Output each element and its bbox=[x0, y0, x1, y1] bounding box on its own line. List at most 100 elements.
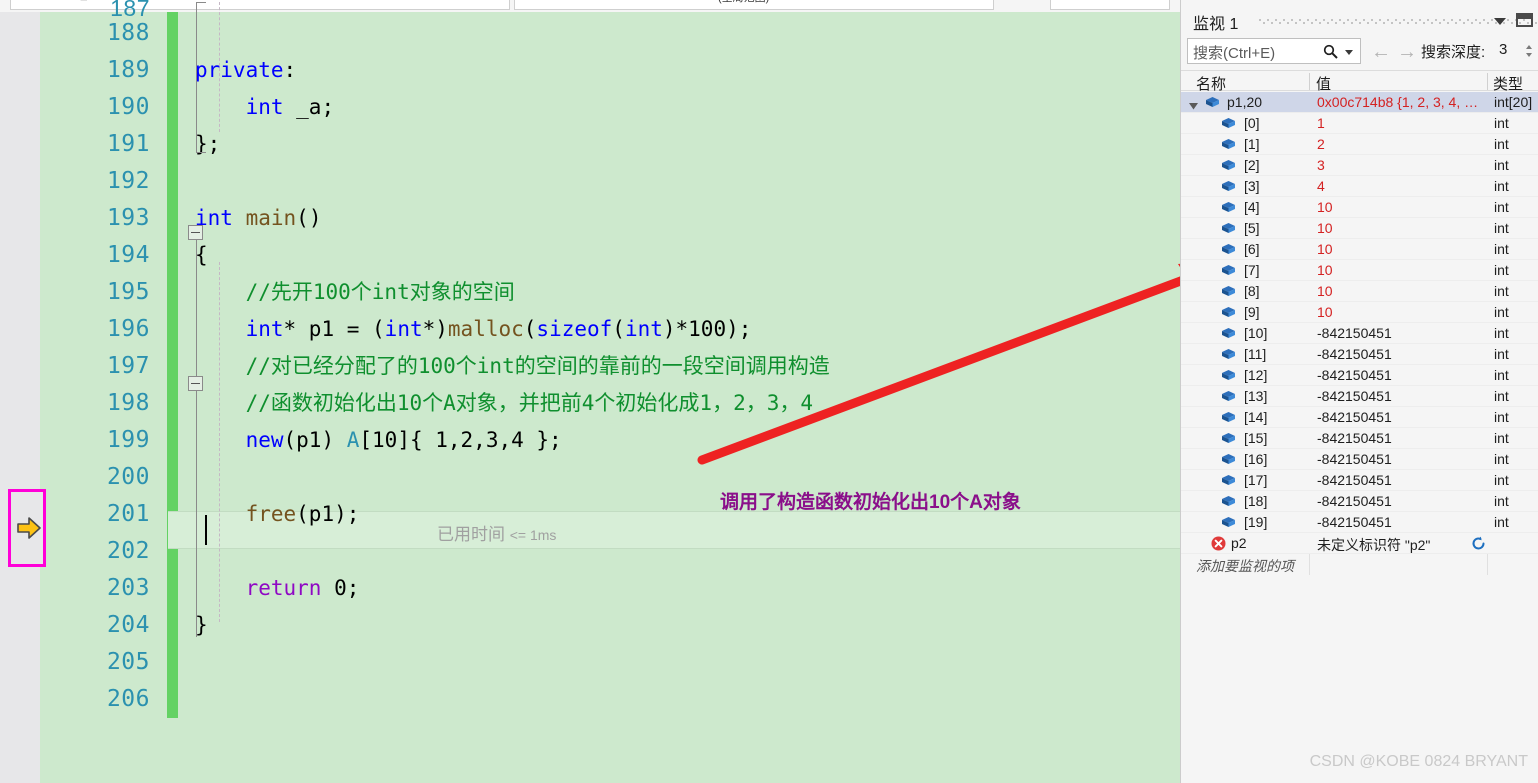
code-line-199[interactable]: 199 new(p1) A[10]{ 1,2,3,4 }; bbox=[0, 422, 1180, 459]
watch-row-name[interactable]: [2] bbox=[1244, 157, 1260, 173]
watch-row[interactable]: [6] 10 int bbox=[1181, 239, 1538, 260]
watch-row-value[interactable]: 10 bbox=[1317, 304, 1333, 320]
watch-row-name[interactable]: [19] bbox=[1244, 514, 1267, 530]
code-line-189[interactable]: 189 private: bbox=[0, 52, 1180, 89]
code-line-204[interactable]: 204} bbox=[0, 607, 1180, 644]
watch-row[interactable]: [11] -842150451 int bbox=[1181, 344, 1538, 365]
code-line-206[interactable]: 206 bbox=[0, 681, 1180, 718]
watch-rows-container[interactable]: p1,20 0x00c714b8 {1, 2, 3, 4, 10... int[20… bbox=[1181, 92, 1538, 575]
watch-row-name[interactable]: [11] bbox=[1244, 346, 1266, 362]
code-line-197[interactable]: 197 //对已经分配了的100个int的空间的靠前的一段空间调用构造 bbox=[0, 348, 1180, 385]
collapse-toggle-main[interactable] bbox=[188, 225, 203, 240]
collapse-toggle-comment[interactable] bbox=[188, 376, 203, 391]
watch-row-name[interactable]: [6] bbox=[1244, 241, 1260, 257]
code-line-202[interactable]: 202 bbox=[0, 533, 1180, 570]
watch-row[interactable]: [14] -842150451 int bbox=[1181, 407, 1538, 428]
column-header-value[interactable]: 值 bbox=[1316, 73, 1331, 94]
watch-row-value[interactable]: -842150451 bbox=[1317, 346, 1392, 362]
add-watch-item-row[interactable]: 添加要监视的项 bbox=[1181, 554, 1538, 575]
code-line-205[interactable]: 205 bbox=[0, 644, 1180, 681]
watch-row-value[interactable]: -842150451 bbox=[1317, 430, 1392, 446]
watch-row-value[interactable]: -842150451 bbox=[1317, 514, 1392, 530]
watch-row-name[interactable]: [16] bbox=[1244, 451, 1267, 467]
watch-row-name[interactable]: [9] bbox=[1244, 304, 1260, 320]
code-lines-container[interactable]: 188 189 private: 190 int _a; 191}; 192 193 int … bbox=[0, 12, 1180, 783]
watch-row[interactable]: [17] -842150451 int bbox=[1181, 470, 1538, 491]
watch-row-value[interactable]: 0x00c714b8 {1, 2, 3, 4, 10... bbox=[1317, 94, 1485, 110]
watch-row[interactable]: [0] 1 int bbox=[1181, 113, 1538, 134]
watch-row-name[interactable]: [7] bbox=[1244, 262, 1260, 278]
code-text[interactable]: private: bbox=[195, 52, 296, 89]
expander-icon[interactable] bbox=[1189, 98, 1198, 110]
watch-row[interactable]: [10] -842150451 int bbox=[1181, 323, 1538, 344]
watch-row-name[interactable]: [14] bbox=[1244, 409, 1267, 425]
code-line-196[interactable]: 196 int* p1 = (int*)malloc(sizeof(int)*1… bbox=[0, 311, 1180, 348]
watch-row[interactable]: [1] 2 int bbox=[1181, 134, 1538, 155]
watch-row[interactable]: [5] 10 int bbox=[1181, 218, 1538, 239]
watch-row-name[interactable]: [13] bbox=[1244, 388, 1267, 404]
magnifier-icon[interactable] bbox=[1323, 44, 1338, 59]
code-line-195[interactable]: 195 //先开100个int对象的空间 bbox=[0, 274, 1180, 311]
watch-row[interactable]: [4] 10 int bbox=[1181, 197, 1538, 218]
watch-row[interactable]: [9] 10 int bbox=[1181, 302, 1538, 323]
watch-row-name[interactable]: [3] bbox=[1244, 178, 1260, 194]
watch-row[interactable]: [3] 4 int bbox=[1181, 176, 1538, 197]
watch-row-value[interactable]: 10 bbox=[1317, 283, 1333, 299]
watch-row-name[interactable]: [15] bbox=[1244, 430, 1267, 446]
watch-panel[interactable]: 监视 1 搜索(Ctrl+E) ← → 搜索深度: 3 名称 值 类型 p1,2… bbox=[1180, 0, 1538, 783]
column-divider-1[interactable] bbox=[1309, 73, 1310, 90]
watch-row-name[interactable]: [10] bbox=[1244, 325, 1267, 341]
watch-row[interactable]: [13] -842150451 int bbox=[1181, 386, 1538, 407]
column-divider-2[interactable] bbox=[1487, 73, 1488, 90]
refresh-icon[interactable] bbox=[1471, 536, 1486, 551]
watch-row-value[interactable]: -842150451 bbox=[1317, 409, 1392, 425]
nav-back-icon[interactable]: ← bbox=[1371, 42, 1391, 62]
watch-row-name[interactable]: [0] bbox=[1244, 115, 1260, 131]
chevron-down-icon[interactable] bbox=[1493, 15, 1507, 27]
watch-row-value[interactable]: 1 bbox=[1317, 115, 1325, 131]
watch-row[interactable]: p1,20 0x00c714b8 {1, 2, 3, 4, 10... int[20… bbox=[1181, 92, 1538, 113]
column-header-type[interactable]: 类型 bbox=[1493, 73, 1523, 94]
watch-row[interactable]: [2] 3 int bbox=[1181, 155, 1538, 176]
watch-row-name[interactable]: [4] bbox=[1244, 199, 1260, 215]
column-header-name[interactable]: 名称 bbox=[1196, 73, 1226, 94]
code-text[interactable]: }; bbox=[195, 126, 220, 163]
code-text[interactable]: new(p1) A[10]{ 1,2,3,4 }; bbox=[195, 422, 562, 459]
code-text[interactable]: //函数初始化出10个A对象，并把前4个初始化成1，2，3，4 bbox=[195, 385, 813, 422]
watch-row-value[interactable]: 10 bbox=[1317, 199, 1333, 215]
code-line-193[interactable]: 193 int main() bbox=[0, 200, 1180, 237]
watch-row[interactable]: [19] -842150451 int bbox=[1181, 512, 1538, 533]
watch-row-value[interactable]: 未定义标识符 "p2" bbox=[1317, 535, 1430, 555]
code-line-192[interactable]: 192 bbox=[0, 163, 1180, 200]
watch-row-name[interactable]: p2 bbox=[1231, 535, 1247, 551]
code-line-190[interactable]: 190 int _a; bbox=[0, 89, 1180, 126]
watch-row-value[interactable]: 2 bbox=[1317, 136, 1325, 152]
watch-row-name[interactable]: [1] bbox=[1244, 136, 1260, 152]
watch-row-value[interactable]: -842150451 bbox=[1317, 472, 1392, 488]
code-text[interactable]: int _a; bbox=[195, 89, 335, 126]
code-line-194[interactable]: 194{ bbox=[0, 237, 1180, 274]
code-line-188[interactable]: 188 bbox=[0, 15, 1180, 52]
watch-row[interactable]: [18] -842150451 int bbox=[1181, 491, 1538, 512]
float-window-icon[interactable] bbox=[1516, 13, 1533, 27]
code-editor[interactable]: 187 188 189 private: 190 int _a; 191}; 192 193… bbox=[0, 0, 1242, 783]
watch-row[interactable]: [7] 10 int bbox=[1181, 260, 1538, 281]
watch-row-value[interactable]: -842150451 bbox=[1317, 388, 1392, 404]
watch-row-value[interactable]: -842150451 bbox=[1317, 367, 1392, 383]
search-depth-value[interactable]: 3 bbox=[1499, 41, 1507, 58]
code-text[interactable]: //先开100个int对象的空间 bbox=[195, 274, 515, 311]
watch-row[interactable]: [8] 10 int bbox=[1181, 281, 1538, 302]
search-input[interactable]: 搜索(Ctrl+E) bbox=[1187, 38, 1361, 64]
code-text[interactable]: int main() bbox=[195, 200, 321, 237]
watch-row[interactable]: p2 未定义标识符 "p2" bbox=[1181, 533, 1538, 554]
code-line-203[interactable]: 203 return 0; bbox=[0, 570, 1180, 607]
watch-row-value[interactable]: 4 bbox=[1317, 178, 1325, 194]
watch-row-name[interactable]: [12] bbox=[1244, 367, 1267, 383]
watch-row[interactable]: [16] -842150451 int bbox=[1181, 449, 1538, 470]
search-depth-spinner-icon[interactable] bbox=[1523, 41, 1535, 61]
watch-row-name[interactable]: p1,20 bbox=[1227, 94, 1262, 110]
code-line-198[interactable]: 198 //函数初始化出10个A对象，并把前4个初始化成1，2，3，4 bbox=[0, 385, 1180, 422]
watch-row[interactable]: [15] -842150451 int bbox=[1181, 428, 1538, 449]
watch-row-value[interactable]: -842150451 bbox=[1317, 451, 1392, 467]
watch-row[interactable]: [12] -842150451 int bbox=[1181, 365, 1538, 386]
